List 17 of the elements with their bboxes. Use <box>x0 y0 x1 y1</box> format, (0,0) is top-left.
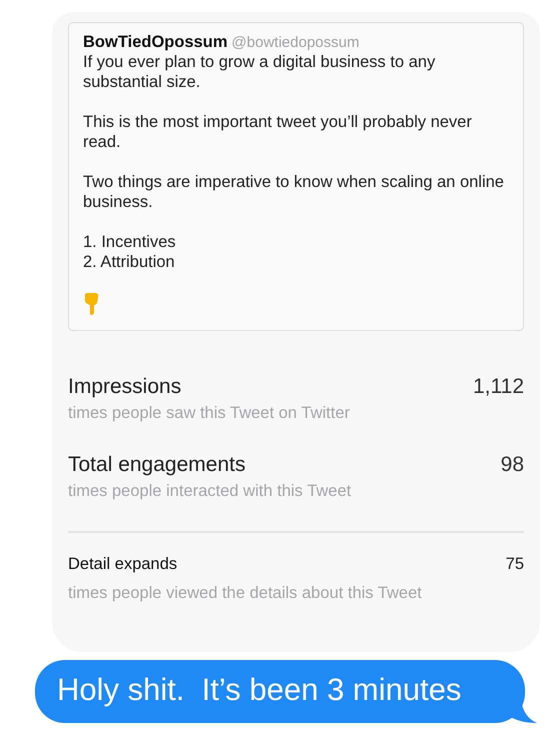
metric-value: 75 <box>506 555 524 574</box>
metric-description: times people interacted with this Tweet <box>68 482 352 501</box>
metric-description: times people viewed the details about this Tweet <box>68 584 423 603</box>
hand-pointing-down-icon <box>83 292 101 316</box>
metric-description: times people saw this Tweet on Twitter <box>68 404 351 423</box>
metric-label: Total engagements <box>68 453 246 477</box>
author-handle: @bowtiedopossum <box>232 34 360 51</box>
author-name: BowTiedOpossum <box>83 33 228 52</box>
metric-label: Impressions <box>68 375 182 399</box>
tweet-text: This is the most important tweet you’ll probably never read. <box>83 112 473 152</box>
message-bubble: Holy shit. It’s been 3 minutes <box>35 660 525 723</box>
tweet-text: If you ever plan to grow a digital business to any substantial size. <box>83 52 436 92</box>
metric-value: 98 <box>500 453 524 477</box>
tweet-text: Two things are imperative to know when scaling an online business. <box>83 172 505 212</box>
metric-value: 1,112 <box>473 375 524 399</box>
tweet-text: 1. Incentives 2. Attribution <box>83 232 177 272</box>
metric-label: Detail expands <box>68 555 178 574</box>
